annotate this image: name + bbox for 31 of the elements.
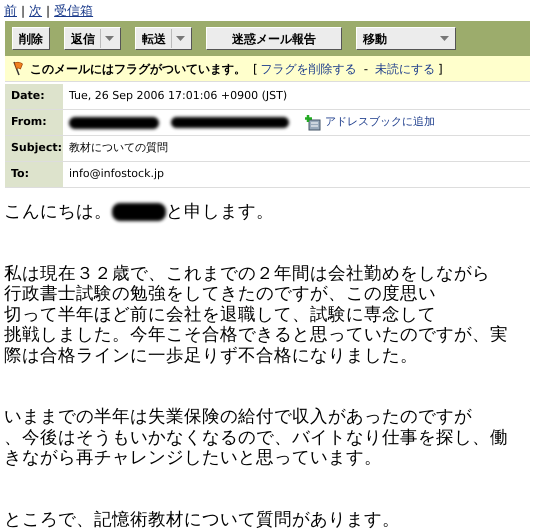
- header-value: 教材についての質問: [69, 140, 168, 156]
- separator: -: [364, 60, 368, 78]
- greeting-text: と申します。: [166, 202, 274, 222]
- redacted-name: [112, 203, 166, 222]
- header-label: Date:: [5, 84, 63, 109]
- header-label: To:: [5, 162, 63, 187]
- nav-link[interactable]: 前: [4, 4, 17, 19]
- nav-link[interactable]: 受信箱: [54, 4, 94, 19]
- separator: |: [21, 4, 26, 18]
- header-value: Tue, 26 Sep 2006 17:01:06 +0900 (JST): [69, 88, 288, 104]
- flag-action-link[interactable]: 未読にする: [375, 60, 436, 78]
- greeting-text: こんにちは。: [4, 202, 112, 222]
- add-to-address-book-link[interactable]: アドレスブックに追加: [325, 114, 435, 131]
- flag-message: このメールにはフラグがついています。: [30, 60, 246, 78]
- address-book-icon: [305, 114, 321, 130]
- flag-action-link[interactable]: フラグを削除する: [260, 60, 357, 78]
- toolbar-button[interactable]: 転送: [135, 27, 192, 50]
- header-value: info@infostock.jp: [69, 166, 164, 182]
- toolbar-button[interactable]: 迷惑メール報告: [206, 27, 342, 50]
- bracket: ]: [438, 60, 443, 78]
- toolbar-button[interactable]: 移動: [356, 27, 456, 50]
- bracket: [: [253, 60, 258, 78]
- body-paragraph: いままでの半年は失業保険の給付で収入があったのですが 、今後はそうもいかなくなるので、バイトなり仕事を探し、働 きながら再チャレンジしたいと思っています。: [4, 407, 509, 468]
- header-label: Subject:: [5, 136, 63, 161]
- toolbar-button[interactable]: 削除: [12, 27, 50, 50]
- separator: |: [46, 4, 50, 18]
- body-paragraph: 私は現在３２歳で、これまでの２年間は会社勤めをしながら 行政書士試験の勉強をしてきたのですが、この度思い 切って半年ほど前に会社を退職して、試験に専念して 挑戦しました。今年こそ合格できると思っていたのですが、実 際は合格ラインに一歩足りず不合格になりました。: [4, 264, 509, 366]
- toolbar-button[interactable]: 返信: [64, 27, 121, 50]
- nav-link[interactable]: 次: [29, 4, 42, 19]
- body-paragraph: ところで、記憶術教材について質問があります。: [4, 510, 401, 530]
- header-label: From:: [5, 110, 63, 135]
